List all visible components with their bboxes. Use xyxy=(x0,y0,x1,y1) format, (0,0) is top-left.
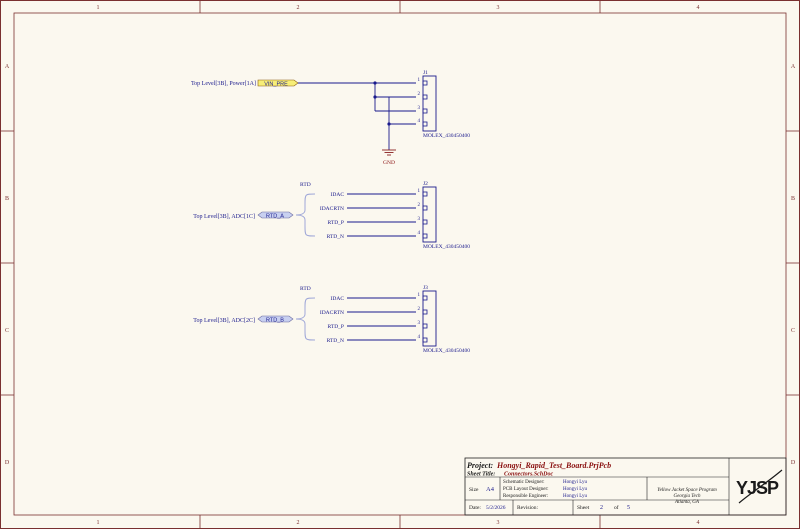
zone-ticks xyxy=(0,0,800,529)
zone-row-left-a: A xyxy=(5,64,10,70)
zone-col-top-2: 2 xyxy=(297,5,300,11)
j1-pin-4: 4 xyxy=(418,119,421,124)
rtd-a-port-label: RTD_A xyxy=(266,213,284,219)
junction-dot xyxy=(387,122,391,126)
zone-col-top-3: 3 xyxy=(497,5,500,11)
j2-part: MOLEX_430450400 xyxy=(423,244,470,250)
engineer: Hongyi Lyu xyxy=(563,494,588,499)
org-line-1: Yellow Jacket Space Program xyxy=(657,488,717,493)
j2-pin-3: 3 xyxy=(418,217,421,222)
zone-col-bottom-3: 3 xyxy=(497,520,500,526)
junction-dot xyxy=(373,95,377,99)
j2-net-rtd-p: RTD_P xyxy=(328,220,344,226)
zone-col-top-1: 1 xyxy=(97,5,100,11)
project-name: Hongyi_Rapid_Test_Board.PrjPcb xyxy=(496,461,611,470)
power-port-ref: Top Level[3B], Power[1A] xyxy=(191,81,256,87)
title-block: Project: Hongyi_Rapid_Test_Board.PrjPcb … xyxy=(464,457,787,516)
sheet-label: Sheet xyxy=(577,505,590,511)
engineer-label: Responsible Engineer: xyxy=(503,494,548,499)
schematic-designer: Hongyi Lyu xyxy=(563,480,588,485)
revision-label: Revision: xyxy=(517,505,539,511)
j3-part: MOLEX_430450400 xyxy=(423,348,470,354)
j3-pin-3: 3 xyxy=(418,321,421,326)
pcb-designer: Hongyi Lyu xyxy=(563,487,588,492)
yjsp-logo: YJSP xyxy=(736,469,783,504)
gnd-label: GND xyxy=(383,160,395,166)
j3-net-idac: IDAC xyxy=(331,296,345,302)
j2-bus-brace xyxy=(295,193,316,237)
inner-border xyxy=(13,12,787,516)
j3-pin-2: 2 xyxy=(418,307,421,312)
connector-j1: J1 1 2 3 4 MOLEX_430450400 xyxy=(418,70,471,139)
j2-ref: J2 xyxy=(423,181,428,187)
j3-pin-1: 1 xyxy=(418,293,421,298)
gnd-symbol xyxy=(382,149,396,156)
j1-pin-1: 1 xyxy=(418,78,421,83)
vin-pre-port-label: VIN_PRE xyxy=(264,81,288,87)
j3-ref: J3 xyxy=(423,285,428,291)
pcb-designer-label: PCB Layout Designer: xyxy=(503,487,549,492)
power-section: Top Level[3B], Power[1A] VIN_PRE GND J1 xyxy=(191,70,470,166)
j3-bus-brace xyxy=(295,297,316,341)
j2-pin-1: 1 xyxy=(418,189,421,194)
j1-ref: J1 xyxy=(423,70,428,76)
org-line-2: Georgia Tech xyxy=(674,494,701,499)
j3-net-rtd-n: RTD_N xyxy=(327,338,344,344)
j2-net-idacrtn: IDACRTN xyxy=(320,206,344,212)
j3-net-idacrtn: IDACRTN xyxy=(320,310,344,316)
j1-part: MOLEX_430450400 xyxy=(423,133,470,139)
j2-port-ref: Top Level[3B], ADC[1C] xyxy=(193,214,255,220)
j2-pin-4: 4 xyxy=(418,231,421,236)
rtd-b-section: Top Level[3B], ADC[2C] RTD_B RTD IDAC ID… xyxy=(193,285,470,354)
zone-col-top-4: 4 xyxy=(697,5,700,11)
zone-col-bottom-4: 4 xyxy=(697,520,700,526)
schematic-designer-label: Schematic Designer: xyxy=(503,480,545,485)
j2-pin-2: 2 xyxy=(418,203,421,208)
j3-net-rtd-p: RTD_P xyxy=(328,324,344,330)
sheet-total: 5 xyxy=(627,505,630,511)
yjsp-logo-text: YJSP xyxy=(736,478,779,498)
size-value: A4 xyxy=(486,486,495,493)
zone-row-left-d: D xyxy=(5,460,10,466)
sheet-title-label: Sheet Title: xyxy=(467,472,495,478)
j2-net-idac: IDAC xyxy=(331,192,345,198)
j2-net-rtd-n: RTD_N xyxy=(327,234,344,240)
zone-row-right-a: A xyxy=(791,64,796,70)
zone-row-right-d: D xyxy=(791,460,796,466)
outer-border xyxy=(0,0,800,529)
j2-bus-label: RTD xyxy=(300,182,311,188)
zone-row-left-b: B xyxy=(5,196,9,202)
date-value: 5/2/2026 xyxy=(486,505,506,511)
connector-j2: J2 1 2 3 4 MOLEX_430450400 xyxy=(418,181,471,250)
zone-col-bottom-1: 1 xyxy=(97,520,100,526)
sheet-title: Connectors.SchDoc xyxy=(504,472,554,478)
project-label: Project: xyxy=(467,461,494,470)
j1-pin-2: 2 xyxy=(418,92,421,97)
rtd-b-port-label: RTD_B xyxy=(266,317,284,323)
size-label: Size xyxy=(469,487,479,493)
date-label: Date: xyxy=(469,505,481,511)
of-label: of xyxy=(614,504,619,511)
j3-port-ref: Top Level[3B], ADC[2C] xyxy=(193,318,255,324)
zone-row-left-c: C xyxy=(5,328,9,334)
connector-j3: J3 1 2 3 4 MOLEX_430450400 xyxy=(418,285,471,354)
rtd-a-section: Top Level[3B], ADC[1C] RTD_A RTD IDAC ID… xyxy=(193,181,470,250)
junction-dot xyxy=(373,81,377,85)
org-line-3: Atlanta, GA xyxy=(674,500,700,505)
sheet-number: 2 xyxy=(600,505,603,511)
zone-row-right-b: B xyxy=(791,196,795,202)
j3-bus-label: RTD xyxy=(300,286,311,292)
schematic-sheet: 1 2 3 4 1 2 3 4 A B C D A B C D Top Leve… xyxy=(0,0,800,529)
j1-pin-3: 3 xyxy=(418,106,421,111)
zone-row-right-c: C xyxy=(791,328,795,334)
zone-col-bottom-2: 2 xyxy=(297,520,300,526)
j3-pin-4: 4 xyxy=(418,335,421,340)
